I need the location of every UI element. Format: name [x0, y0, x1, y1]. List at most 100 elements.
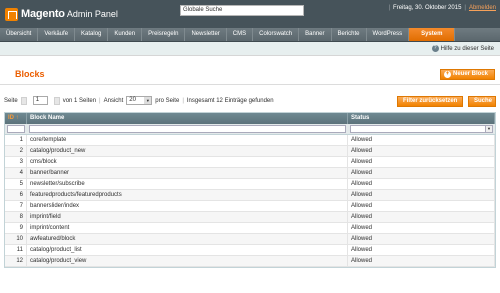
table-row[interactable]: 12 catalog/product_view Allowed [5, 256, 495, 267]
cell-name: imprint/content [27, 223, 348, 233]
per-page-label: pro Seite [155, 97, 180, 104]
magento-logo[interactable]: Magento Admin Panel [5, 6, 118, 22]
sort-arrow-icon: ↑ [15, 115, 19, 121]
cell-id: 2 [5, 146, 27, 156]
column-header-status[interactable]: Status [348, 113, 495, 124]
grid-pager: Seite 1 von 1 Seiten | Ansicht 20 ▼ pro … [4, 96, 274, 105]
search-button[interactable]: Suche [468, 96, 496, 107]
cell-id: 9 [5, 223, 27, 233]
cell-name: catalog/product_list [27, 245, 348, 255]
cell-id: 4 [5, 168, 27, 178]
table-row[interactable]: 7 bannerslider/index Allowed [5, 201, 495, 212]
magento-logo-icon [5, 7, 18, 21]
cell-status: Allowed [348, 256, 495, 266]
blocks-grid: ID ↑ Block Name Status ▼ 1 core/template A… [4, 112, 496, 268]
cell-name: imprint/field [27, 212, 348, 222]
column-header-name[interactable]: Block Name [27, 113, 348, 124]
nav-item-colorswatch[interactable]: Colorswatch [253, 28, 300, 41]
table-row[interactable]: 6 featuredproducts/featuredproducts Allowe… [5, 190, 495, 201]
cell-name: newsletter/subscribe [27, 179, 348, 189]
table-row[interactable]: 8 imprint/field Allowed [5, 212, 495, 223]
table-row[interactable]: 3 cms/block Allowed [5, 157, 495, 168]
cell-status: Allowed [348, 135, 495, 145]
table-row[interactable]: 2 catalog/product_new Allowed [5, 146, 495, 157]
cell-status: Allowed [348, 179, 495, 189]
logo-subtitle: Admin Panel [66, 9, 118, 19]
help-icon: ? [431, 45, 439, 52]
column-header-id[interactable]: ID ↑ [5, 113, 27, 124]
cell-status: Allowed [348, 201, 495, 211]
filter-cell-name [27, 125, 348, 133]
table-row[interactable]: 11 catalog/product_list Allowed [5, 245, 495, 256]
chevron-down-icon: ▼ [485, 126, 492, 132]
nav-item-sales[interactable]: Verkäufe [38, 28, 76, 41]
nav-item-overview[interactable]: Übersicht [0, 28, 39, 41]
cell-name: catalog/product_new [27, 146, 348, 156]
plus-icon: + [444, 71, 451, 78]
cell-id: 8 [5, 212, 27, 222]
cell-id: 3 [5, 157, 27, 167]
new-block-button[interactable]: + Neuer Block [440, 69, 495, 80]
cell-id: 11 [5, 245, 27, 255]
nav-item-customers[interactable]: Kunden [108, 28, 143, 41]
prev-page-arrow-icon[interactable] [20, 96, 27, 105]
nav-item-catalog[interactable]: Katalog [75, 28, 109, 41]
divider [0, 84, 500, 85]
global-search-input[interactable]: Globale Suche [180, 5, 304, 16]
filter-cell-status: ▼ [348, 125, 495, 133]
cell-status: Allowed [348, 146, 495, 156]
cell-name: bannerslider/index [27, 201, 348, 211]
sub-bar: ? Hilfe zu dieser Seite [0, 42, 500, 56]
nav-item-reports[interactable]: Berichte [332, 28, 367, 41]
header-separator: | [464, 5, 466, 11]
page-title: Blocks [15, 69, 45, 79]
filter-name-input[interactable] [29, 125, 346, 133]
current-date: Freitag, 30. Oktober 2015 [393, 5, 462, 11]
help-link[interactable]: ? Hilfe zu dieser Seite [431, 45, 494, 52]
table-row[interactable]: 1 core/template Allowed [5, 135, 495, 146]
nav-item-banner[interactable]: Banner [299, 28, 332, 41]
filter-row: ▼ [5, 124, 495, 135]
table-row[interactable]: 9 imprint/content Allowed [5, 223, 495, 234]
cell-status: Allowed [348, 223, 495, 233]
cell-id: 5 [5, 179, 27, 189]
cell-name: cms/block [27, 157, 348, 167]
table-row[interactable]: 10 awfeatured/block Allowed [5, 234, 495, 245]
cell-name: core/template [27, 135, 348, 145]
cell-status: Allowed [348, 212, 495, 222]
per-page-select[interactable]: 20 ▼ [126, 96, 153, 105]
cell-status: Allowed [348, 234, 495, 244]
logout-link[interactable]: Abmelden [469, 5, 496, 11]
page-count-label: von 1 Seiten [62, 97, 97, 104]
cell-id: 1 [5, 135, 27, 145]
cell-status: Allowed [348, 157, 495, 167]
cell-id: 6 [5, 190, 27, 200]
nav-item-cms[interactable]: CMS [227, 28, 254, 41]
view-label: Ansicht [103, 97, 124, 104]
cell-id: 12 [5, 256, 27, 266]
grid-header: ID ↑ Block Name Status [5, 113, 495, 124]
cell-status: Allowed [348, 168, 495, 178]
next-page-arrow-icon[interactable] [53, 96, 60, 105]
pager-separator: | [182, 97, 184, 104]
cell-id: 10 [5, 234, 27, 244]
nav-item-promotions[interactable]: Preisregeln [142, 28, 186, 41]
page-label: Seite [4, 97, 18, 104]
help-link-label: Hilfe zu dieser Seite [440, 45, 494, 52]
table-row[interactable]: 4 banner/banner Allowed [5, 168, 495, 179]
nav-item-wordpress[interactable]: WordPress [367, 28, 410, 41]
cell-status: Allowed [348, 245, 495, 255]
header-info: | Freitag, 30. Oktober 2015 | Abmelden [388, 5, 496, 11]
nav-item-system[interactable]: System [409, 28, 456, 41]
filter-id-input[interactable] [7, 125, 25, 133]
logo-brand: Magento [21, 8, 65, 20]
reset-filter-button[interactable]: Filter zurücksetzen [397, 96, 463, 107]
per-page-value: 20 [129, 97, 136, 103]
page-number-input[interactable]: 1 [32, 96, 48, 105]
filter-cell-id [5, 125, 27, 133]
cell-name: featuredproducts/featuredproducts [27, 190, 348, 200]
table-row[interactable]: 5 newsletter/subscribe Allowed [5, 179, 495, 190]
filter-status-select[interactable]: ▼ [350, 125, 493, 133]
nav-item-newsletter[interactable]: Newsletter [185, 28, 227, 41]
cell-status: Allowed [348, 190, 495, 200]
